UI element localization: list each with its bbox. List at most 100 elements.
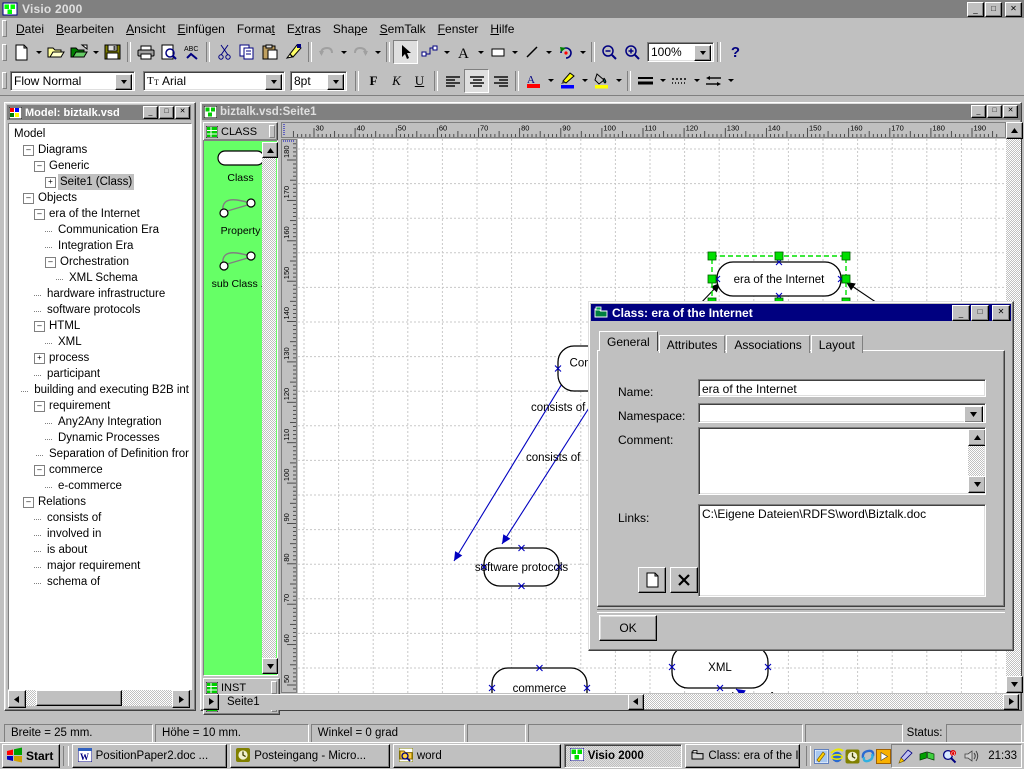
- tree-collapse-icon[interactable]: –: [23, 497, 34, 508]
- menu-fenster[interactable]: Fenster: [432, 20, 485, 38]
- tab-layout[interactable]: Layout: [811, 335, 863, 353]
- toolbar-drag-grip[interactable]: [2, 44, 7, 61]
- line-pattern-icon[interactable]: [668, 70, 691, 92]
- redo-icon[interactable]: [349, 41, 372, 63]
- open-stencil-dropdown-arrow[interactable]: [90, 41, 101, 63]
- tree-item[interactable]: Communication Era: [12, 222, 191, 238]
- tree-collapse-icon[interactable]: –: [45, 257, 56, 268]
- connector-dropdown-arrow[interactable]: [441, 41, 452, 63]
- line-weight-dropdown-arrow[interactable]: [657, 70, 668, 92]
- tree-item[interactable]: participant: [12, 366, 191, 382]
- tree-item[interactable]: XML Schema: [12, 270, 191, 286]
- rectangle-dropdown-arrow[interactable]: [509, 41, 520, 63]
- drawing-close-button[interactable]: ✕: [1003, 105, 1018, 118]
- ok-button[interactable]: OK: [599, 615, 657, 641]
- undo-icon[interactable]: [315, 41, 338, 63]
- delete-x-icon[interactable]: [670, 567, 698, 593]
- diagram-shape[interactable]: software protocols: [475, 545, 569, 589]
- comment-scroll-up-button[interactable]: [968, 429, 986, 446]
- open-icon[interactable]: [44, 41, 67, 63]
- tree-item[interactable]: Dynamic Processes: [12, 430, 191, 446]
- open-stencil-icon[interactable]: [67, 41, 90, 63]
- volume-icon[interactable]: [962, 747, 980, 765]
- italic-button[interactable]: K: [385, 70, 408, 92]
- tree-item[interactable]: XML: [12, 334, 191, 350]
- dialog-title-bar[interactable]: Class: era of the Internet _ □ ✕: [591, 304, 1011, 321]
- format-painter-icon[interactable]: [282, 41, 305, 63]
- stencil-tab-class[interactable]: CLASS: [203, 122, 278, 141]
- style-dropdown-arrow[interactable]: [115, 74, 132, 90]
- underline-button[interactable]: U: [408, 70, 431, 92]
- namespace-combo[interactable]: [698, 403, 986, 423]
- tree-item[interactable]: –Orchestration: [12, 254, 191, 270]
- tree-collapse-icon[interactable]: –: [34, 161, 45, 172]
- tree-item[interactable]: Integration Era: [12, 238, 191, 254]
- style-combo[interactable]: Flow Normal: [10, 71, 135, 91]
- canvas-scroll-up-button[interactable]: [1006, 122, 1023, 139]
- outlook-icon[interactable]: [845, 747, 860, 765]
- font-size-dropdown-arrow[interactable]: [327, 74, 344, 90]
- line-weight-icon[interactable]: [634, 70, 657, 92]
- menu-einfuegen[interactable]: Einfügen: [171, 20, 230, 38]
- dialog-close-button[interactable]: ✕: [992, 305, 1010, 321]
- pen-tray-icon[interactable]: [896, 747, 914, 765]
- fill-color-dropdown-arrow[interactable]: [613, 70, 624, 92]
- tree-expand-icon[interactable]: +: [34, 353, 45, 364]
- canvas-scroll-left-button[interactable]: [628, 694, 644, 710]
- menu-drag-grip[interactable]: [2, 20, 7, 37]
- tree-item[interactable]: schema of: [12, 574, 191, 590]
- stencil-scroll-up-button[interactable]: [262, 142, 278, 158]
- cut-icon[interactable]: [213, 41, 236, 63]
- tab-attributes[interactable]: Attributes: [659, 335, 726, 353]
- font-combo[interactable]: TT Arial: [143, 71, 285, 91]
- comment-scroll-track[interactable]: [968, 446, 984, 476]
- vertical-ruler[interactable]: 1801701601501401301201101009080706050: [281, 139, 297, 693]
- rectangle-tool-icon[interactable]: [486, 41, 509, 63]
- start-button[interactable]: Start: [2, 744, 60, 768]
- line-ends-icon[interactable]: [702, 70, 725, 92]
- text-tool-icon[interactable]: A: [452, 41, 475, 63]
- tree-expand-icon[interactable]: +: [45, 177, 56, 188]
- drawing-maximize-button[interactable]: □: [987, 105, 1002, 118]
- media-player-icon[interactable]: [876, 747, 891, 765]
- tree-collapse-icon[interactable]: –: [34, 465, 45, 476]
- menu-extras[interactable]: Extras: [281, 20, 327, 38]
- spelling-icon[interactable]: ABC: [180, 41, 203, 63]
- tree-item[interactable]: involved in: [12, 526, 191, 542]
- tree-item[interactable]: –HTML: [12, 318, 191, 334]
- tab-associations[interactable]: Associations: [726, 335, 809, 353]
- menu-ansicht[interactable]: Ansicht: [120, 20, 171, 38]
- dialog-minimize-button[interactable]: _: [952, 305, 970, 321]
- menu-semtalk[interactable]: SemTalk: [374, 20, 432, 38]
- menu-hilfe[interactable]: Hilfe: [484, 20, 520, 38]
- taskbar-item-posteingang[interactable]: Posteingang - Micro...: [230, 744, 390, 768]
- hscroll-track-right[interactable]: [122, 690, 172, 706]
- tree-item[interactable]: –Relations: [12, 494, 191, 510]
- internet-explorer-icon[interactable]: [829, 747, 845, 765]
- channels-icon[interactable]: [860, 747, 876, 765]
- new-document-icon[interactable]: [638, 567, 666, 593]
- new-dropdown-arrow[interactable]: [33, 41, 44, 63]
- text-color-icon[interactable]: A: [522, 70, 545, 92]
- page-tab-nav-button[interactable]: [203, 694, 219, 710]
- master-subclass[interactable]: sub Class ...: [212, 247, 270, 290]
- links-listbox[interactable]: C:\Eigene Dateien\RDFS\word\Biztalk.doc: [698, 504, 986, 597]
- book-tray-icon[interactable]: [918, 747, 936, 765]
- menu-format[interactable]: Format: [231, 20, 281, 38]
- line-color-dropdown-arrow[interactable]: [579, 70, 590, 92]
- minimize-button[interactable]: _: [967, 2, 984, 17]
- tree-item[interactable]: Model: [12, 126, 191, 142]
- drawing-minimize-button[interactable]: _: [971, 105, 986, 118]
- model-tree-panel[interactable]: Model–Diagrams–Generic+Seite1 (Class)–Ob…: [8, 123, 192, 690]
- zoom-dropdown-arrow[interactable]: [694, 45, 711, 61]
- zoom-level-combo[interactable]: 100%: [647, 42, 714, 62]
- stencil-masters-area[interactable]: Class Property: [203, 140, 278, 676]
- diagram-shape[interactable]: era of the Internet: [714, 259, 844, 299]
- tree-collapse-icon[interactable]: –: [34, 209, 45, 220]
- menu-shape[interactable]: Shape: [327, 20, 374, 38]
- fill-color-icon[interactable]: [590, 70, 613, 92]
- tree-collapse-icon[interactable]: –: [23, 193, 34, 204]
- tree-item[interactable]: +process: [12, 350, 191, 366]
- tree-item[interactable]: major requirement: [12, 558, 191, 574]
- rotate-tool-icon[interactable]: [554, 41, 577, 63]
